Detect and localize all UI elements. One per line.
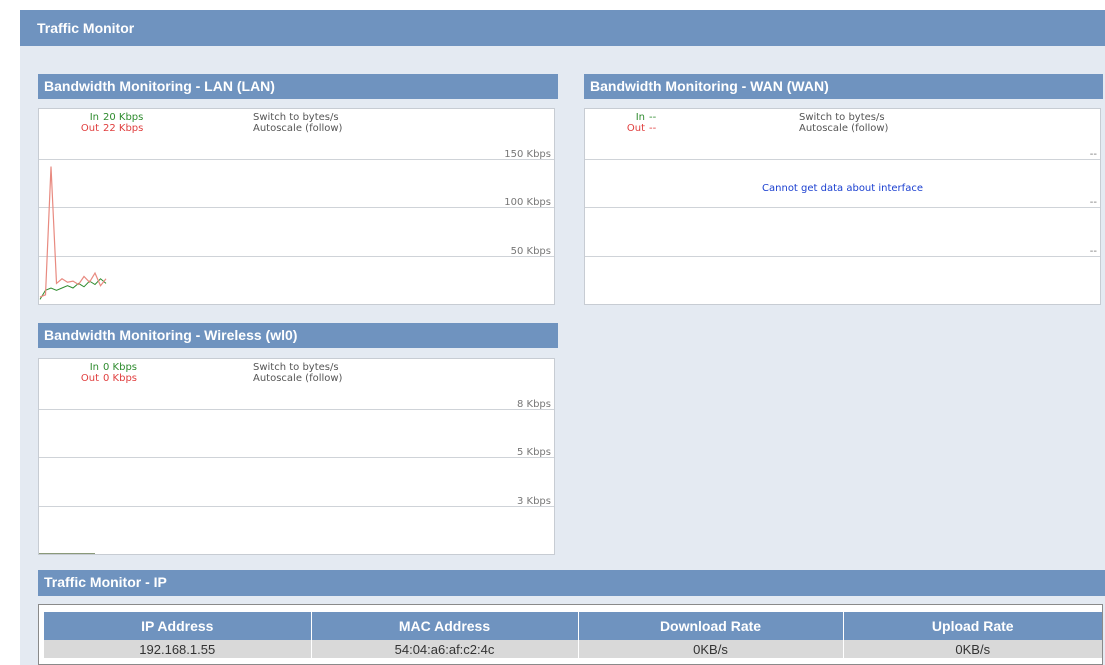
lan-traffic-plot: [39, 166, 107, 300]
lan-graph: In 20 Kbps Out 22 Kbps Switch to bytes/s A…: [38, 108, 555, 305]
wireless-scale-label-1: 8 Kbps: [516, 399, 551, 410]
wireless-gridline-2: [39, 457, 554, 458]
page-title-bar: Traffic Monitor: [20, 10, 1105, 46]
wireless-out-row: Out 0 Kbps: [75, 373, 137, 384]
wireless-out-value: 0 Kbps: [103, 373, 138, 384]
wan-out-value: --: [649, 123, 657, 134]
wireless-options: Switch to bytes/s Autoscale (follow): [253, 362, 342, 384]
cell-mac-address: 54:04:a6:af:c2:4c: [311, 640, 579, 658]
col-upload-rate[interactable]: Upload Rate: [843, 612, 1102, 640]
page-title: Traffic Monitor: [37, 20, 135, 36]
wan-scale-label-2: --: [1089, 197, 1097, 208]
wan-out-label: Out: [626, 123, 645, 134]
table-row: 192.168.1.55 54:04:a6:af:c2:4c 0KB/s 0KB…: [44, 640, 1102, 658]
ip-panel-header: Traffic Monitor - IP: [38, 570, 1105, 596]
wan-panel-header: Bandwidth Monitoring - WAN (WAN): [584, 74, 1103, 99]
col-download-rate[interactable]: Download Rate: [578, 612, 844, 640]
ip-table: IP Address MAC Address Download Rate Upl…: [44, 612, 1102, 658]
wan-switch-link[interactable]: Switch to bytes/s: [799, 112, 888, 123]
cell-upload-rate: 0KB/s: [843, 640, 1102, 658]
wan-in-row: In --: [621, 112, 657, 123]
wan-in-label: In: [635, 112, 645, 123]
lan-in-series-line: [39, 278, 107, 300]
lan-out-series-line: [39, 166, 107, 298]
wan-in-value: --: [649, 112, 657, 123]
wireless-in-value: 0 Kbps: [103, 362, 138, 373]
wan-graph: In -- Out -- Switch to bytes/s Autoscale (…: [584, 108, 1101, 305]
wan-gridline-3: [585, 256, 1100, 257]
wireless-autoscale-link[interactable]: Autoscale (follow): [253, 373, 342, 384]
wan-scale-label-1: --: [1089, 149, 1097, 160]
wireless-switch-link[interactable]: Switch to bytes/s: [253, 362, 342, 373]
lan-panel-header: Bandwidth Monitoring - LAN (LAN): [38, 74, 558, 99]
col-ip-address[interactable]: IP Address: [44, 612, 312, 640]
wan-error-message: Cannot get data about interface: [762, 183, 923, 194]
cell-download-rate: 0KB/s: [578, 640, 844, 658]
wan-autoscale-link[interactable]: Autoscale (follow): [799, 123, 888, 134]
wireless-graph: In 0 Kbps Out 0 Kbps Switch to bytes/s Aut…: [38, 358, 555, 555]
wireless-scale-label-3: 3 Kbps: [516, 496, 551, 507]
ip-table-header-row: IP Address MAC Address Download Rate Upl…: [44, 612, 1102, 640]
col-mac-address[interactable]: MAC Address: [311, 612, 579, 640]
wireless-panel-header: Bandwidth Monitoring - Wireless (wl0): [38, 323, 558, 348]
wireless-out-label: Out: [80, 373, 99, 384]
wireless-gridline-3: [39, 506, 554, 507]
wan-options: Switch to bytes/s Autoscale (follow): [799, 112, 888, 134]
wan-gridline-2: [585, 207, 1100, 208]
wan-out-row: Out --: [621, 123, 656, 134]
wan-gridline-1: [585, 159, 1100, 160]
wan-scale-label-3: --: [1089, 246, 1097, 257]
wan-legend: In -- Out --: [621, 112, 656, 134]
ip-table-container: IP Address MAC Address Download Rate Upl…: [38, 604, 1103, 665]
wireless-scale-label-2: 5 Kbps: [516, 447, 551, 458]
wireless-gridline-1: [39, 409, 554, 410]
wireless-in-label: In: [89, 362, 99, 373]
wireless-legend: In 0 Kbps Out 0 Kbps: [75, 362, 137, 384]
wireless-baseline-trace: [39, 553, 95, 554]
cell-ip-address: 192.168.1.55: [44, 640, 312, 658]
wireless-in-row: In 0 Kbps: [75, 362, 137, 373]
